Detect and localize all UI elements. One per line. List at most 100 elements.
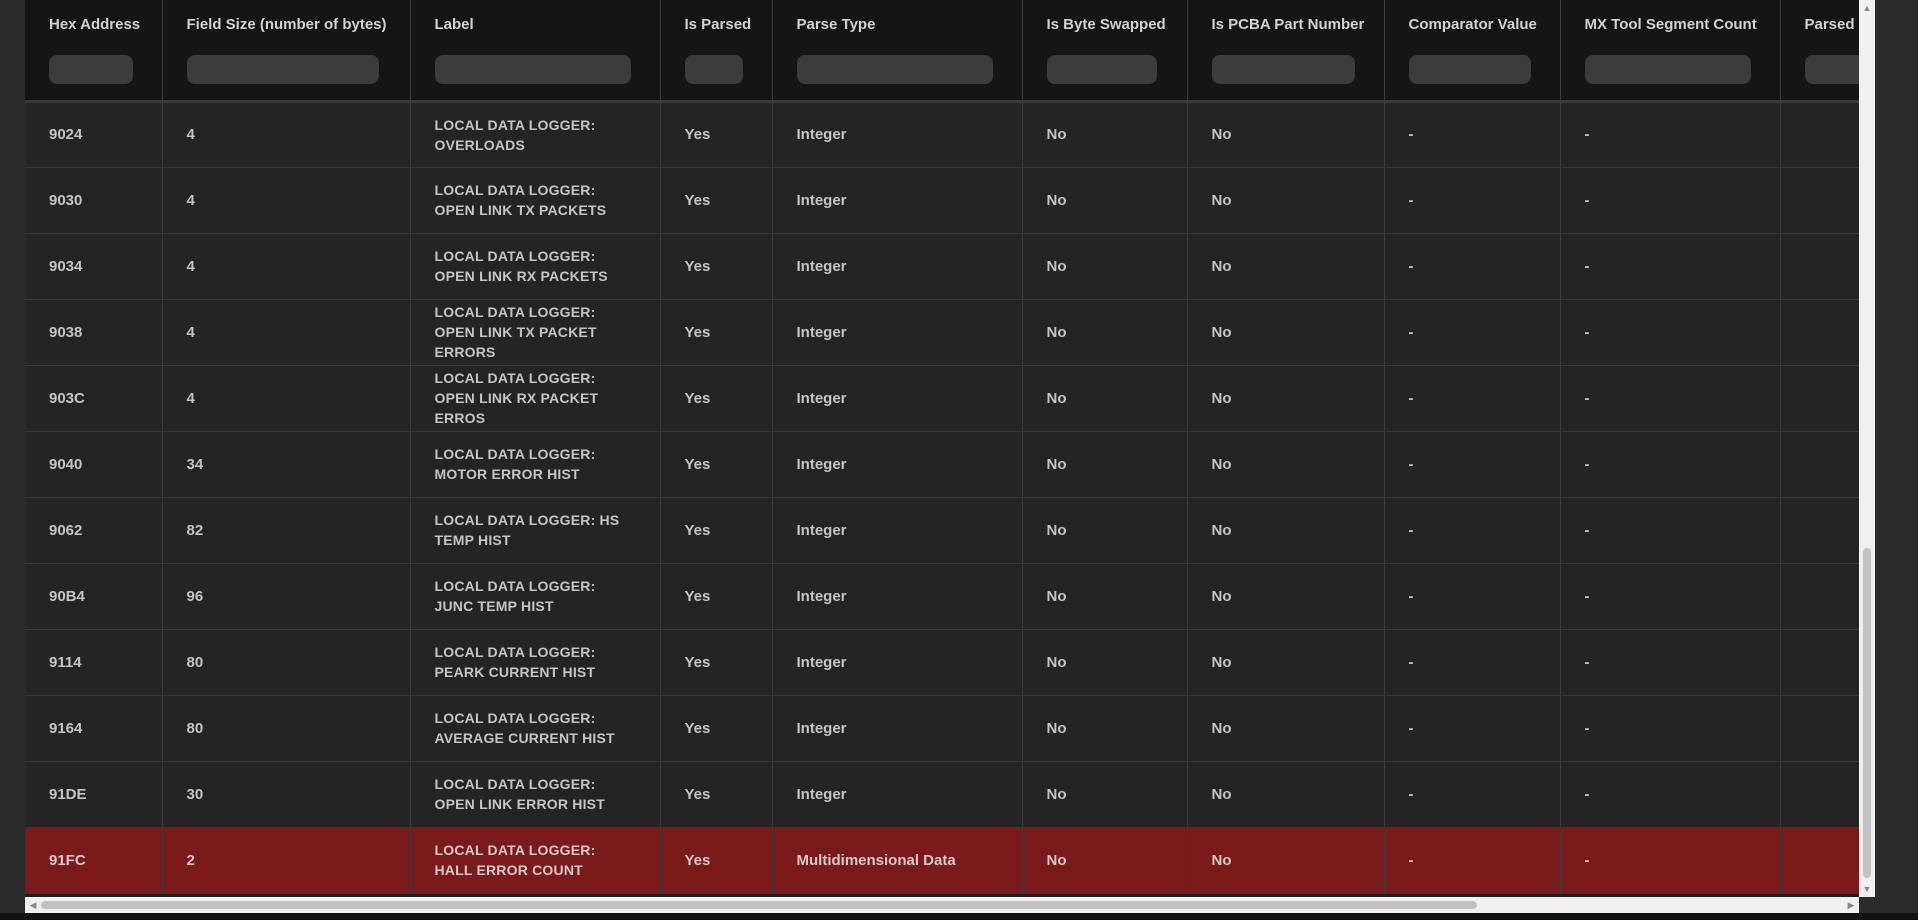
column-label: Hex Address xyxy=(49,16,141,33)
field-size-filter-input[interactable] xyxy=(186,55,379,84)
is-pcba-part-number-cell: No xyxy=(1187,233,1385,300)
field-size-cell: 30 xyxy=(162,761,411,828)
hex-address-cell: 903C xyxy=(25,365,163,432)
is-parsed-filter-input[interactable] xyxy=(684,55,743,84)
column-header-field-size[interactable]: Field Size (number of bytes) xyxy=(162,0,411,103)
field-size-cell: 82 xyxy=(162,497,411,564)
is-byte-swapped-cell: No xyxy=(1022,827,1188,894)
column-label: Comparator Value xyxy=(1408,16,1537,33)
parsed-c-cell xyxy=(1780,233,1859,300)
parse-type-cell: Integer xyxy=(772,497,1023,564)
mx-tool-segment-count-filter-input[interactable] xyxy=(1584,55,1751,84)
field-size-cell: 80 xyxy=(162,695,411,762)
table-row[interactable]: 91DE 30 LOCAL DATA LOGGER: OPEN LINK ERROR… xyxy=(25,761,1859,828)
scroll-right-arrow-icon[interactable]: ▶ xyxy=(1845,899,1857,911)
label-cell: LOCAL DATA LOGGER: OPEN LINK RX PACKETS xyxy=(410,233,661,300)
column-label: Parse Type xyxy=(796,16,876,33)
scroll-up-arrow-icon[interactable]: ▲ xyxy=(1861,2,1873,14)
table-row[interactable]: 903C 4 LOCAL DATA LOGGER: OPEN LINK RX PAC… xyxy=(25,365,1859,432)
column-header-is-byte-swapped[interactable]: Is Byte Swapped xyxy=(1022,0,1188,103)
parsed-c-filter-input[interactable] xyxy=(1804,55,1859,84)
scroll-left-arrow-icon[interactable]: ◀ xyxy=(27,899,39,911)
field-size-cell: 2 xyxy=(162,827,411,894)
parsed-c-cell xyxy=(1780,497,1859,564)
field-size-cell: 4 xyxy=(162,233,411,300)
table-row[interactable]: 91FC 2 LOCAL DATA LOGGER: HALL ERROR COUNT… xyxy=(25,827,1859,894)
is-pcba-part-number-filter-input[interactable] xyxy=(1211,55,1355,84)
comparator-value-cell: - xyxy=(1384,167,1561,234)
hex-address-cell: 9038 xyxy=(25,299,163,366)
field-size-cell: 4 xyxy=(162,299,411,366)
horizontal-scroll-thumb[interactable] xyxy=(41,901,1477,909)
right-gutter xyxy=(1875,0,1918,920)
hex-address-filter-input[interactable] xyxy=(49,55,133,84)
is-parsed-cell: Yes xyxy=(660,167,773,234)
column-header-is-pcba-part-number[interactable]: Is PCBA Part Number xyxy=(1187,0,1385,103)
data-grid-viewport[interactable]: Hex Address Field Size (number of bytes)… xyxy=(25,0,1859,897)
parse-type-filter-input[interactable] xyxy=(796,55,993,84)
is-byte-swapped-cell: No xyxy=(1022,167,1188,234)
is-pcba-part-number-cell: No xyxy=(1187,629,1385,696)
column-header-parsed-c[interactable]: Parsed C xyxy=(1780,0,1859,103)
comparator-value-cell: - xyxy=(1384,431,1561,498)
label-cell: LOCAL DATA LOGGER: MOTOR ERROR HIST xyxy=(410,431,661,498)
comparator-value-cell: - xyxy=(1384,299,1561,366)
column-label: Label xyxy=(434,16,474,33)
scroll-down-arrow-icon[interactable]: ▼ xyxy=(1861,883,1873,895)
is-byte-swapped-cell: No xyxy=(1022,563,1188,630)
table-row[interactable]: 9024 4 LOCAL DATA LOGGER: OVERLOADS Yes Inte… xyxy=(25,101,1859,168)
comparator-value-cell: - xyxy=(1384,761,1561,828)
table-row[interactable]: 9030 4 LOCAL DATA LOGGER: OPEN LINK TX PAC… xyxy=(25,167,1859,234)
hex-address-cell: 9040 xyxy=(25,431,163,498)
parsed-c-cell xyxy=(1780,695,1859,762)
column-header-label[interactable]: Label xyxy=(410,0,661,103)
comparator-value-cell: - xyxy=(1384,827,1561,894)
table-row[interactable]: 9040 34 LOCAL DATA LOGGER: MOTOR ERROR HIS… xyxy=(25,431,1859,498)
mx-tool-segment-count-cell: - xyxy=(1560,761,1781,828)
column-header-parse-type[interactable]: Parse Type xyxy=(772,0,1023,103)
table-row[interactable]: 90B4 96 LOCAL DATA LOGGER: JUNC TEMP HIST Y… xyxy=(25,563,1859,630)
hex-address-cell: 91DE xyxy=(25,761,163,828)
horizontal-scrollbar[interactable]: ◀ ▶ xyxy=(25,897,1859,913)
mx-tool-segment-count-cell: - xyxy=(1560,365,1781,432)
column-header-comparator-value[interactable]: Comparator Value xyxy=(1384,0,1561,103)
parse-type-cell: Multidimensional Data xyxy=(772,827,1023,894)
table-row[interactable]: 9164 80 LOCAL DATA LOGGER: AVERAGE CURRENT… xyxy=(25,695,1859,762)
is-parsed-cell: Yes xyxy=(660,629,773,696)
is-parsed-cell: Yes xyxy=(660,233,773,300)
vertical-scrollbar[interactable]: ▲ ▼ xyxy=(1859,0,1875,897)
parsed-c-cell xyxy=(1780,431,1859,498)
comparator-value-cell: - xyxy=(1384,365,1561,432)
column-label: MX Tool Segment Count xyxy=(1584,16,1757,33)
label-filter-input[interactable] xyxy=(434,55,631,84)
is-pcba-part-number-cell: No xyxy=(1187,431,1385,498)
vertical-scroll-thumb[interactable] xyxy=(1863,548,1871,878)
mx-tool-segment-count-cell: - xyxy=(1560,299,1781,366)
parsed-c-cell xyxy=(1780,167,1859,234)
header-row: Hex Address Field Size (number of bytes)… xyxy=(25,0,1859,103)
table-row[interactable]: 9034 4 LOCAL DATA LOGGER: OPEN LINK RX PAC… xyxy=(25,233,1859,300)
column-label: Is Parsed xyxy=(684,16,752,33)
is-byte-swapped-filter-input[interactable] xyxy=(1046,55,1157,84)
is-byte-swapped-cell: No xyxy=(1022,497,1188,564)
is-parsed-cell: Yes xyxy=(660,827,773,894)
label-cell: LOCAL DATA LOGGER: OPEN LINK RX PACKET E… xyxy=(410,365,661,432)
column-label: Field Size (number of bytes) xyxy=(186,16,387,33)
column-header-mx-tool-segment-count[interactable]: MX Tool Segment Count xyxy=(1560,0,1781,103)
field-size-cell: 80 xyxy=(162,629,411,696)
comparator-value-filter-input[interactable] xyxy=(1408,55,1531,84)
is-byte-swapped-cell: No xyxy=(1022,629,1188,696)
comparator-value-cell: - xyxy=(1384,563,1561,630)
is-parsed-cell: Yes xyxy=(660,299,773,366)
table-row[interactable]: 9114 80 LOCAL DATA LOGGER: PEARK CURRENT H… xyxy=(25,629,1859,696)
hex-address-cell: 91FC xyxy=(25,827,163,894)
table-row[interactable]: 9062 82 LOCAL DATA LOGGER: HS TEMP HIST Yes… xyxy=(25,497,1859,564)
label-cell: LOCAL DATA LOGGER: AVERAGE CURRENT HIST xyxy=(410,695,661,762)
parse-type-cell: Integer xyxy=(772,695,1023,762)
table-row[interactable]: 9038 4 LOCAL DATA LOGGER: OPEN LINK TX PAC… xyxy=(25,299,1859,366)
parse-type-cell: Integer xyxy=(772,629,1023,696)
column-header-hex-address[interactable]: Hex Address xyxy=(25,0,163,103)
column-header-is-parsed[interactable]: Is Parsed xyxy=(660,0,773,103)
hex-address-cell: 9114 xyxy=(25,629,163,696)
hex-address-cell: 9164 xyxy=(25,695,163,762)
